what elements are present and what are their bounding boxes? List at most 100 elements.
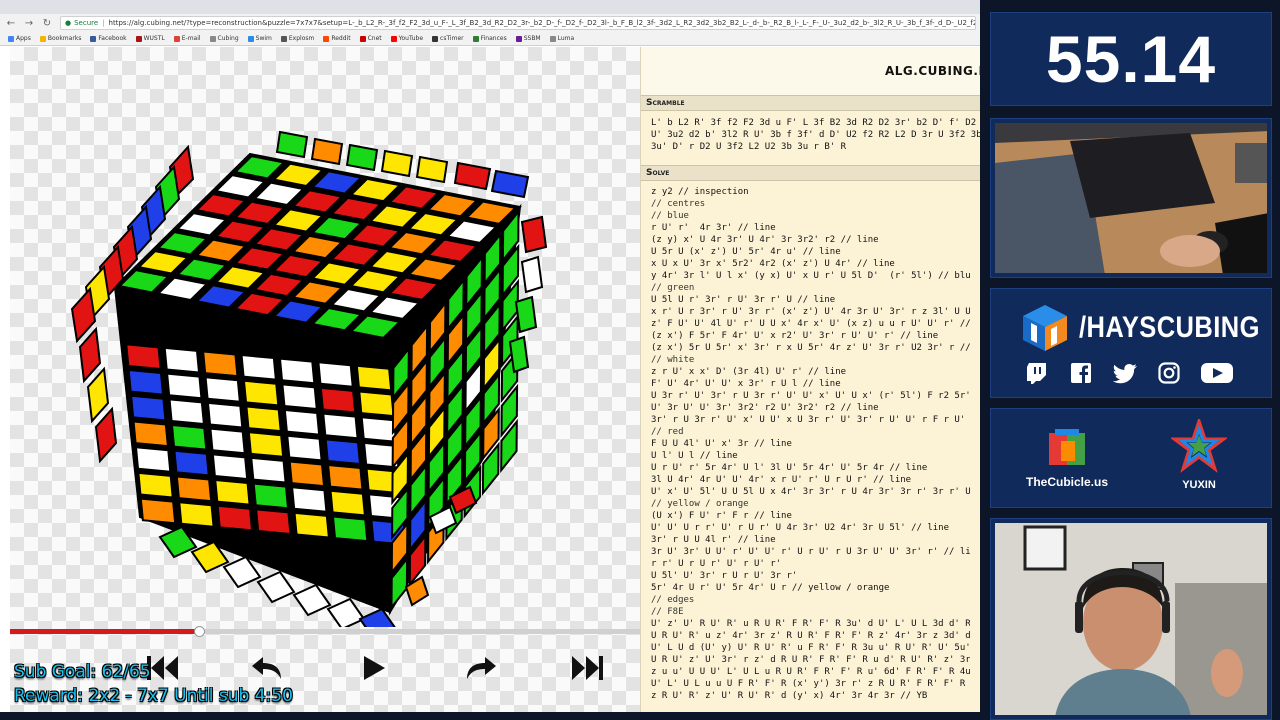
- bookmark-item[interactable]: WUSTL: [135, 35, 165, 42]
- browser-window: ← → ↻ ● Secure | https://alg.cubing.net/…: [0, 0, 980, 712]
- bookmark-icon: [173, 35, 180, 42]
- cube-hint-sticker: [490, 169, 530, 199]
- bookmark-item[interactable]: SSBM: [515, 35, 541, 42]
- bookmark-label: Cnet: [367, 35, 382, 42]
- cube-sticker-front: [170, 423, 208, 451]
- bookmark-item[interactable]: Cubing: [209, 35, 239, 42]
- cube-sticker-front: [283, 408, 321, 436]
- cube-sticker-front: [134, 446, 172, 473]
- cube-sticker-front: [125, 343, 162, 371]
- bookmark-item[interactable]: Finances: [472, 35, 507, 42]
- solve-line: F' U' 4r' U' U' x 3r' r U l // line: [651, 379, 841, 389]
- progress-fill: [10, 629, 199, 634]
- progress-slider[interactable]: [10, 626, 640, 637]
- instagram-icon[interactable]: [1157, 361, 1181, 385]
- cube-hint-sticker: [78, 326, 102, 384]
- yuxin-star-logo-icon: [1169, 416, 1229, 474]
- cube-sticker-front: [255, 508, 292, 536]
- hays-cube-logo-icon: [1023, 305, 1067, 351]
- cube-viewer[interactable]: [10, 47, 640, 712]
- bookmark-icon: [135, 35, 142, 42]
- yuxin-label: YUXIN: [1182, 479, 1216, 491]
- cube-sticker-front: [204, 376, 241, 403]
- tab-strip[interactable]: [0, 0, 980, 14]
- bookmark-item[interactable]: Reddit: [323, 35, 351, 42]
- solve-line: z u u' U U U' L' U L u R U R' F R' F' R …: [651, 667, 970, 677]
- solve-line: (z x') 5r U 5r' x' 3r' r x U 5r' 4r z' U…: [651, 343, 970, 353]
- cube-hint-sticker: [86, 366, 110, 424]
- site-title[interactable]: ALG.CUBING.NET: [641, 47, 980, 95]
- bookmark-item[interactable]: csTimer: [432, 35, 464, 42]
- scramble-textarea[interactable]: L' b L2 R' 3f f2 F2 3d u F' L 3f B2 3d R…: [641, 111, 980, 165]
- bookmark-item[interactable]: Bookmarks: [39, 35, 81, 42]
- cube-3d-render[interactable]: [10, 47, 640, 627]
- forward-icon[interactable]: →: [24, 18, 34, 29]
- back-icon[interactable]: ←: [6, 18, 16, 29]
- url-text: https://alg.cubing.net/?type=reconstruct…: [108, 19, 976, 27]
- cube-sticker-front: [324, 438, 362, 466]
- url-input[interactable]: ● Secure | https://alg.cubing.net/?type=…: [60, 16, 976, 30]
- cube-sticker-front: [137, 471, 174, 499]
- cube-hint-sticker: [310, 137, 344, 166]
- solve-textarea[interactable]: z y2 // inspection // centres // blue r U' …: [641, 181, 980, 707]
- bookmark-label: Reddit: [331, 35, 351, 42]
- screen: ← → ↻ ● Secure | https://alg.cubing.net/…: [0, 0, 1280, 720]
- bookmark-icon: [472, 35, 479, 42]
- cube-hint-sticker: [453, 161, 492, 191]
- reward-text: Reward: 2x2 - 7x7 Until sub 4:50: [14, 686, 293, 706]
- thecubicle-label: TheCubicle.us: [1025, 475, 1108, 489]
- solve-line: // green: [651, 283, 695, 293]
- play-button[interactable]: [348, 645, 398, 691]
- bookmark-item[interactable]: E-mail: [173, 35, 201, 42]
- bookmark-label: E-mail: [181, 35, 201, 42]
- solve-line: F U U 4l' U' x' 3r // line: [651, 439, 792, 449]
- cube-sticker-front: [317, 361, 354, 388]
- solve-line: (U x') F U' r' F r // line: [651, 511, 792, 521]
- cube-sticker-front: [132, 420, 169, 448]
- face-camera-image: [995, 523, 1267, 715]
- scramble-line: U' 3u2 d2 b' 3l2 R U' 3b f 3f' d D' U2 f…: [651, 130, 980, 140]
- solve-line: z r U' x x' D' (3r 4l) U' r' // line: [651, 367, 847, 377]
- scramble-line: L' b L2 R' 3f f2 F2 3d u F' L 3f B2 3d R…: [651, 118, 977, 128]
- cube-hint-sticker: [415, 155, 449, 184]
- sub-goal-text: Sub Goal: 62/65: [14, 662, 151, 682]
- twitch-icon[interactable]: [1025, 361, 1049, 385]
- bookmark-item[interactable]: Explosm: [280, 35, 314, 42]
- bookmark-item[interactable]: Swim: [247, 35, 272, 42]
- bookmark-item[interactable]: Apps: [8, 35, 31, 42]
- bookmark-item[interactable]: Cnet: [359, 35, 382, 42]
- thecubicle-logo-icon: [1049, 429, 1085, 465]
- cube-sticker-front: [281, 383, 318, 411]
- solve-line: U r U' r' 5r 4r' U l' 3l U' 5r 4r' U' 5r…: [651, 463, 928, 473]
- channel-branding: /HAYSCUBING: [1019, 303, 1280, 353]
- thecubicle-sponsor: TheCubicle.us: [1021, 429, 1113, 489]
- progress-knob[interactable]: [194, 626, 205, 637]
- cube-sticker-front: [355, 364, 393, 392]
- solve-line: U R U' z' U' 3r' r z' d R U R' F R' F' R…: [651, 655, 970, 665]
- reload-icon[interactable]: ↻: [42, 18, 52, 29]
- bookmark-icon: [8, 35, 14, 42]
- cube-hint-sticker: [326, 597, 366, 627]
- hands-camera-image: [995, 123, 1267, 273]
- bookmark-item[interactable]: Facebook: [90, 35, 127, 42]
- solve-line: U' x' U' 5l' U U 5l U x 4r' 3r 3r' r U 4…: [651, 487, 970, 497]
- bookmark-label: Cubing: [217, 35, 239, 42]
- cube-hint-sticker: [520, 215, 548, 254]
- bookmarks-bar: Apps Bookmarks Facebook WUSTL E-mail Cubing Sw…: [0, 32, 980, 46]
- bookmark-label: Apps: [16, 35, 31, 42]
- cube-hint-sticker: [380, 149, 414, 178]
- scramble-heading: Scramble: [641, 95, 980, 111]
- twitter-icon[interactable]: [1113, 361, 1137, 385]
- solve-line: // red: [651, 427, 684, 437]
- bookmark-item[interactable]: YouTube: [390, 35, 423, 42]
- skip-to-end-button[interactable]: [562, 645, 612, 691]
- cube-hint-sticker: [256, 570, 296, 604]
- facebook-icon[interactable]: [1069, 361, 1093, 385]
- bookmark-item[interactable]: Luma: [549, 35, 574, 42]
- step-forward-button[interactable]: [456, 645, 506, 691]
- youtube-icon[interactable]: [1201, 361, 1233, 385]
- cube-hint-sticker: [520, 255, 544, 294]
- bookmark-label: Swim: [255, 35, 272, 42]
- cube-sticker-front: [240, 353, 277, 381]
- skip-end-icon: [572, 656, 603, 680]
